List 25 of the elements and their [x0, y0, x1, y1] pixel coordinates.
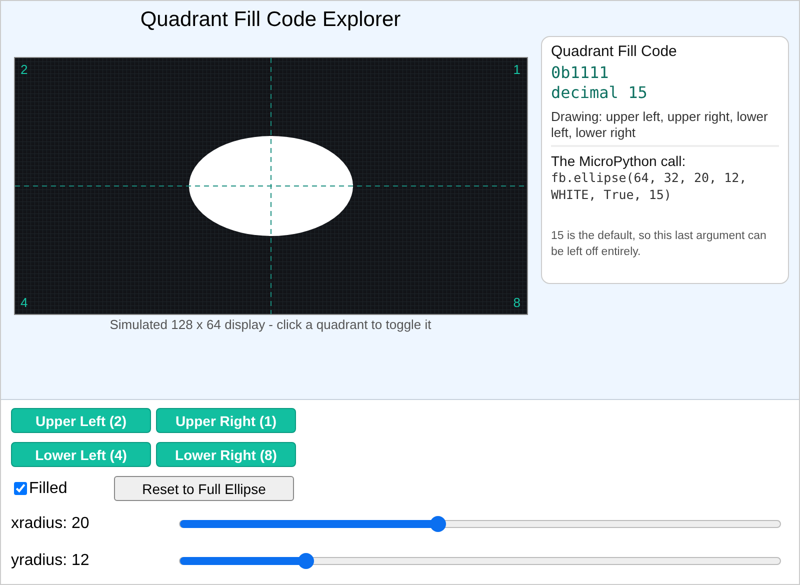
- slider-thumb[interactable]: [430, 516, 446, 532]
- quadrant-number: 4: [20, 295, 28, 310]
- slider-thumb[interactable]: [298, 553, 314, 569]
- filled-checkbox[interactable]: [14, 482, 27, 495]
- note-text: 15 is the default, so this last argument can be left off entirely.: [551, 229, 768, 260]
- quadrant-button[interactable]: Lower Left (4): [11, 442, 151, 467]
- quadrant-number: 2: [20, 62, 28, 77]
- checkbox-label: Filled: [29, 480, 68, 498]
- drawing-description: Drawing: upper left, upper right, lower left, lower right: [551, 109, 769, 141]
- quadrant-number: 1: [513, 62, 520, 77]
- call-code: fb.ellipse(64, 32, 20, 12, WHITE, True, 15): [551, 169, 748, 203]
- display-screen[interactable]: 2 1 4 8: [14, 57, 528, 315]
- card-heading: Quadrant Fill Code: [551, 43, 678, 60]
- binary-code: 0b1111: [551, 63, 610, 83]
- decimal-code: decimal 15: [551, 83, 648, 103]
- call-label: The MicroPython call:: [551, 153, 687, 169]
- page-title: Quadrant Fill Code Explorer: [140, 8, 401, 32]
- display-caption: Simulated 128 x 64 display - click a quadrant to toggle it: [110, 317, 432, 332]
- slider-label: xradius: 20: [11, 515, 90, 533]
- slider-label: yradius: 12: [11, 552, 90, 570]
- quadrant-button[interactable]: Upper Left (2): [11, 408, 151, 433]
- reset-button[interactable]: Reset to Full Ellipse: [114, 476, 294, 501]
- quadrant-number: 8: [513, 295, 520, 310]
- quadrant-button[interactable]: Lower Right (8): [156, 442, 296, 467]
- quadrant-button[interactable]: Upper Right (1): [156, 408, 296, 433]
